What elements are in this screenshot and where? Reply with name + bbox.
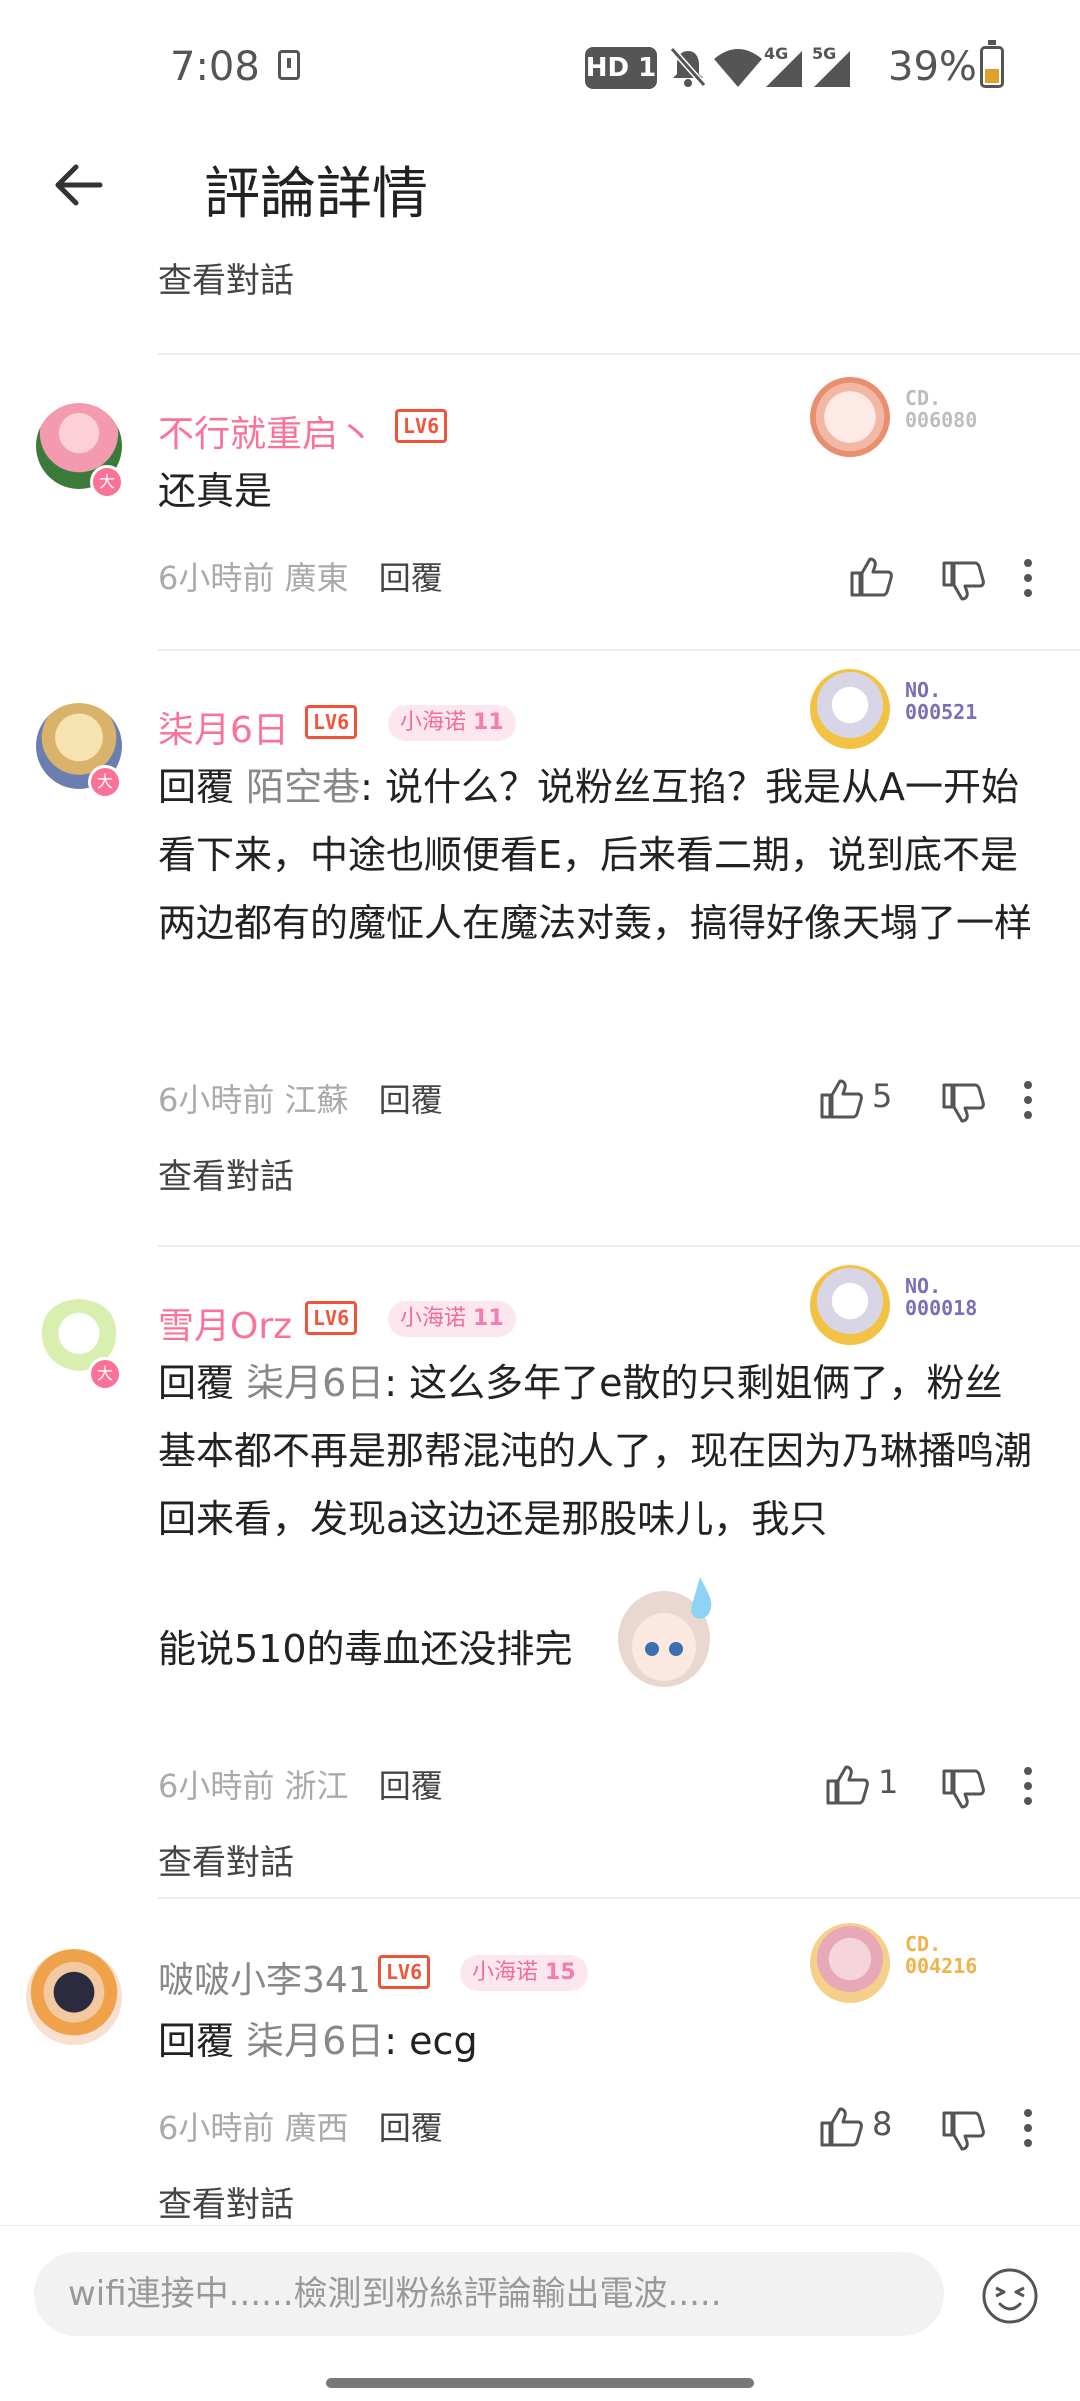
like-count: 5 [872, 1077, 893, 1115]
reply-button[interactable]: 回覆 [379, 1081, 443, 1119]
comment-location: 廣西 [284, 2109, 349, 2147]
fan-medal: 小海诺 11 [388, 1301, 516, 1337]
level-badge: LV6 [378, 1955, 431, 1989]
username[interactable]: 柒月6日 [158, 701, 289, 753]
fan-medal: 小海诺 11 [388, 705, 516, 741]
thumb-down-icon[interactable] [940, 1081, 986, 1127]
divider [158, 1897, 1080, 1899]
battery-icon [980, 40, 1004, 88]
comment-input-bar: wifi連接中......檢測到粉絲評論輸出電波..... [0, 2225, 1080, 2401]
fan-card-number: NO. 000018 [905, 1274, 978, 1320]
mute-bell-icon [669, 47, 707, 87]
reply-button[interactable]: 回覆 [379, 1767, 443, 1805]
view-conversation-link[interactable]: 查看對話 [158, 253, 294, 302]
level-badge: LV6 [305, 705, 358, 739]
fan-card-image[interactable] [810, 1265, 890, 1345]
reply-button[interactable]: 回覆 [379, 559, 443, 597]
reply-prefix: 回覆 [158, 2019, 235, 2063]
view-conversation-link[interactable]: 查看對話 [158, 1149, 294, 1198]
comment-location: 浙江 [284, 1767, 349, 1805]
thumb-up-icon[interactable] [824, 1761, 870, 1807]
hd-badge: HD 1 [585, 47, 657, 89]
fan-card-image[interactable] [810, 377, 890, 457]
reply-button[interactable]: 回覆 [379, 2109, 443, 2147]
fan-card-number: CD. 006080 [905, 386, 978, 432]
status-time: 7:08 [170, 44, 260, 90]
comment-time: 6小時前 [158, 559, 275, 597]
comment-meta: 6小時前 廣東 回覆 [158, 553, 443, 599]
like-count: 8 [872, 2105, 893, 2143]
signal-icon-2 [814, 51, 850, 87]
username[interactable]: 啵啵小李341 [158, 1951, 371, 2003]
wifi-icon [714, 49, 762, 87]
view-conversation-link[interactable]: 查看對話 [158, 1835, 294, 1884]
comment-text: 回覆 柒月6日: ecg [158, 2019, 478, 2063]
comment-meta: 6小時前 浙江 回覆 [158, 1761, 443, 1807]
comment-text-continued: 能说510的毒血还没排完 [158, 1627, 573, 1671]
comment-list[interactable]: 查看對話 大 不行就重启丶 LV6 CD. 006080 还真是 6小時前 廣東… [0, 245, 1080, 2225]
more-vertical-icon[interactable] [1018, 2105, 1038, 2151]
avatar-badge: 大 [90, 465, 124, 499]
comment-meta: 6小時前 江蘇 回覆 [158, 1075, 443, 1121]
signal-icon [766, 51, 802, 87]
view-conversation-link[interactable]: 查看對話 [158, 2177, 294, 2225]
comment-text: 还真是 [158, 469, 273, 513]
reply-to-user[interactable]: 陌空巷 [246, 765, 360, 809]
fan-card-number: CD. 004216 [905, 1932, 978, 1978]
fan-medal: 小海诺 15 [460, 1955, 588, 1991]
more-vertical-icon[interactable] [1018, 1077, 1038, 1123]
reply-to-user[interactable]: 柒月6日 [246, 1361, 384, 1405]
comment-input[interactable]: wifi連接中......檢測到粉絲評論輸出電波..... [34, 2252, 944, 2336]
thumb-up-icon[interactable] [818, 2103, 864, 2149]
avatar[interactable] [26, 1949, 122, 2045]
avatar-badge: 大 [88, 1357, 122, 1391]
username[interactable]: 不行就重启丶 [158, 405, 374, 457]
reply-to-user[interactable]: 柒月6日 [246, 2019, 384, 2063]
comment-time: 6小時前 [158, 2109, 275, 2147]
thumb-down-icon[interactable] [940, 2109, 986, 2155]
download-icon [278, 50, 300, 80]
sticker-image[interactable] [608, 1569, 726, 1687]
thumb-up-icon[interactable] [848, 553, 894, 599]
comment-location: 江蘇 [284, 1081, 349, 1119]
divider [158, 649, 1080, 651]
like-count: 1 [878, 1763, 899, 1801]
reply-prefix: 回覆 [158, 1361, 235, 1405]
comment-text: 回覆 陌空巷: 说什么？说粉丝互掐？我是从A一开始看下来，中途也顺便看E，后来看… [158, 765, 1033, 945]
fan-card-image[interactable] [810, 1923, 890, 2003]
comment-text: 回覆 柒月6日: 这么多年了e散的只剩姐俩了，粉丝基本都不再是那帮混沌的人了，现… [158, 1361, 1033, 1541]
divider [158, 1245, 1080, 1247]
comment-time: 6小時前 [158, 1081, 275, 1119]
arrow-left-icon[interactable] [48, 155, 108, 215]
comment-meta: 6小時前 廣西 回覆 [158, 2103, 443, 2149]
more-vertical-icon[interactable] [1018, 1763, 1038, 1809]
level-badge: LV6 [305, 1301, 358, 1335]
status-bar: 7:08 HD 1 4G 5G 39% [0, 0, 1080, 135]
page-title: 評論詳情 [204, 162, 428, 227]
battery-percent: 39% [888, 44, 977, 90]
level-badge: LV6 [395, 409, 448, 443]
comment-time: 6小時前 [158, 1767, 275, 1805]
thumb-up-icon[interactable] [818, 1075, 864, 1121]
comment-location: 廣東 [284, 559, 349, 597]
home-indicator[interactable] [326, 2378, 754, 2388]
avatar-badge: 大 [88, 765, 122, 799]
emoji-icon[interactable] [980, 2266, 1040, 2326]
thumb-down-icon[interactable] [940, 1767, 986, 1813]
divider [158, 353, 1080, 355]
thumb-down-icon[interactable] [940, 559, 986, 605]
username[interactable]: 雪月Orz [158, 1297, 292, 1349]
reply-prefix: 回覆 [158, 765, 235, 809]
fan-card-image[interactable] [810, 669, 890, 749]
fan-card-number: NO. 000521 [905, 678, 978, 724]
more-vertical-icon[interactable] [1018, 555, 1038, 601]
app-header: 評論詳情 [0, 135, 1080, 245]
